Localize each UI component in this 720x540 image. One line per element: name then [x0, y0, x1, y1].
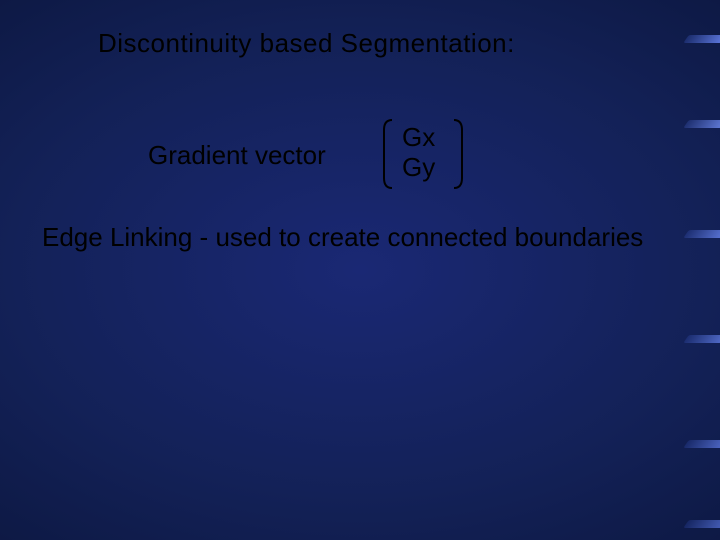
vector-gy: Gy [402, 152, 435, 183]
slide: Discontinuity based Segmentation: Gradie… [0, 0, 720, 540]
vector-gx: Gx [402, 122, 435, 153]
accent-stripe [683, 35, 720, 43]
accent-stripe [683, 230, 720, 238]
edge-linking-text: Edge Linking - used to create connected … [42, 222, 643, 253]
accent-stripe [683, 120, 720, 128]
accent-stripe [683, 335, 720, 343]
accent-stripe [683, 440, 720, 448]
page-title: Discontinuity based Segmentation: [98, 28, 515, 59]
vector-bracket: Gx Gy [378, 116, 468, 192]
accent-stripe [683, 520, 720, 528]
gradient-vector-label: Gradient vector [148, 140, 326, 171]
